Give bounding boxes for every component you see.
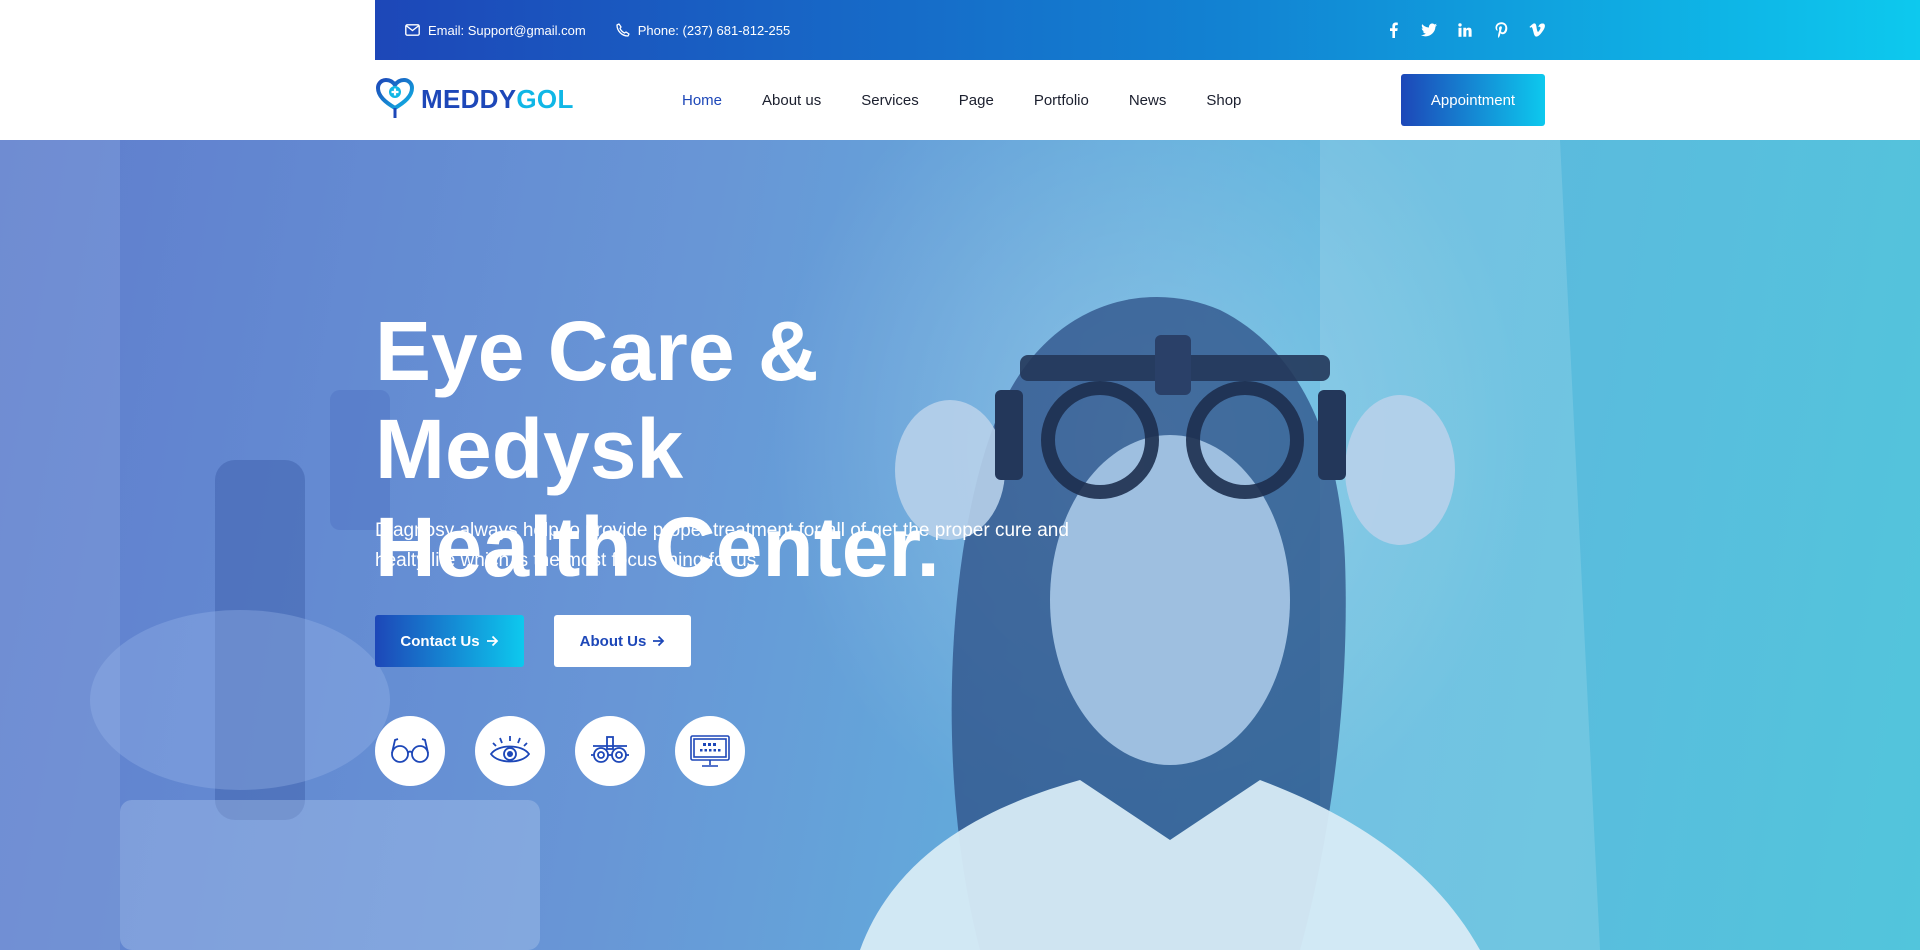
trial-frame-icon	[591, 736, 629, 763]
arrow-right-icon	[486, 635, 498, 647]
twitter-icon[interactable]	[1421, 22, 1437, 38]
logo-text-part2: GOL	[516, 83, 574, 114]
nav-home[interactable]: Home	[682, 92, 722, 109]
glasses-icon	[391, 738, 429, 763]
nav-services[interactable]: Services	[861, 92, 919, 109]
phone-contact[interactable]: Phone: (237) 681-812-255	[616, 22, 791, 38]
hero-description: Diagnosy always help to provide proper t…	[375, 520, 1069, 571]
email-contact[interactable]: Email: Support@gmail.com	[405, 23, 586, 38]
logo-text: MEDDYGOL	[421, 84, 574, 115]
feature-eye[interactable]	[475, 716, 545, 786]
nav-portfolio[interactable]: Portfolio	[1034, 92, 1089, 109]
heart-stethoscope-logo-icon	[375, 78, 415, 118]
pinterest-icon[interactable]	[1493, 22, 1509, 38]
site-logo[interactable]: MEDDYGOL	[375, 78, 574, 120]
feature-eye-chart-monitor[interactable]	[675, 716, 745, 786]
eye-chart-monitor-icon	[690, 735, 730, 767]
about-us-button[interactable]: About Us	[554, 615, 691, 667]
email-text: Email: Support@gmail.com	[428, 22, 586, 38]
logo-text-part1: MEDDY	[421, 83, 517, 114]
main-menu: Home About us Services Page Portfolio Ne…	[682, 60, 1281, 140]
facebook-icon[interactable]	[1385, 22, 1401, 38]
contact-us-label: Contact Us	[400, 632, 480, 650]
feature-trial-frame[interactable]	[575, 716, 645, 786]
about-us-label: About Us	[579, 632, 647, 650]
appointment-button[interactable]: Appointment	[1401, 74, 1545, 126]
nav-page[interactable]: Page	[959, 92, 994, 109]
nav-news[interactable]: News	[1129, 92, 1167, 109]
phone-icon	[616, 23, 630, 37]
phone-text: Phone: (237) 681-812-255	[637, 22, 791, 38]
nav-about-us[interactable]: About us	[762, 92, 821, 109]
social-links	[1385, 0, 1545, 60]
top-bar: Email: Support@gmail.com Phone: (237) 68…	[375, 0, 1920, 60]
main-navbar: MEDDYGOL Home About us Services Page Por…	[0, 60, 1920, 140]
eye-icon	[489, 736, 531, 763]
feature-glasses[interactable]	[375, 716, 445, 786]
vimeo-icon[interactable]	[1529, 22, 1545, 38]
linkedin-icon[interactable]	[1457, 22, 1473, 38]
nav-shop[interactable]: Shop	[1206, 92, 1241, 109]
mail-icon	[405, 24, 420, 36]
feature-icons	[375, 716, 745, 786]
contact-us-button[interactable]: Contact Us	[375, 615, 524, 667]
arrow-right-icon	[653, 635, 665, 647]
hero-section: Eye Care & Medysk Health Center. Diagnos…	[0, 140, 1920, 950]
hero-title-line1: Eye Care & Medysk	[375, 304, 819, 496]
